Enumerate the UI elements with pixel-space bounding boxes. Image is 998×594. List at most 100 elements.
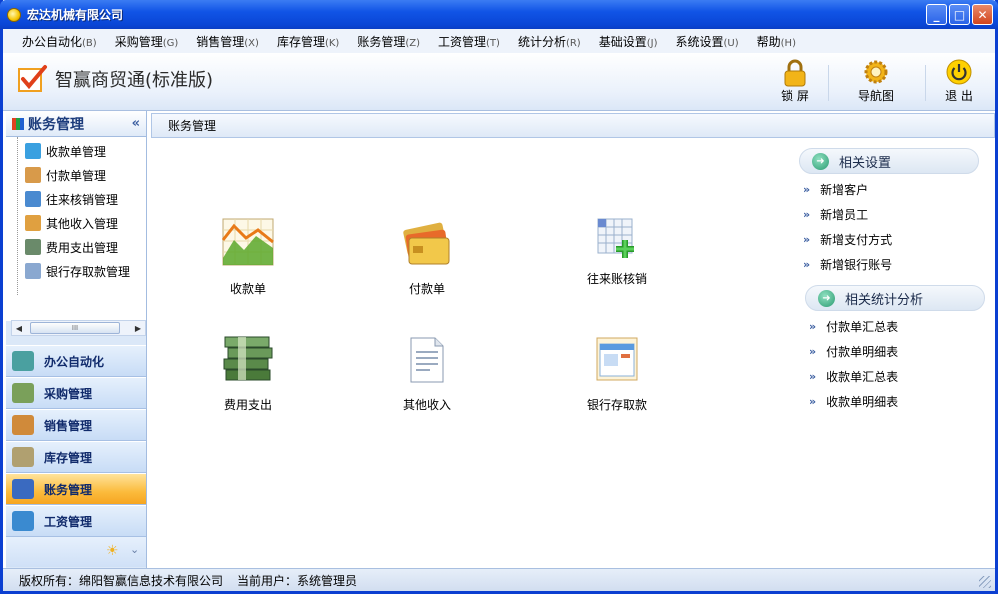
status-bar: 版权所有：绵阳智赢信息技术有限公司 当前用户：系统管理员 bbox=[3, 568, 995, 591]
bank-shortcut[interactable]: 银行存取款 bbox=[557, 334, 677, 413]
link-receipt-summary[interactable]: » 收款单汇总表 bbox=[805, 364, 985, 389]
menu-help[interactable]: 帮助(H) bbox=[748, 33, 805, 50]
scroll-thumb[interactable]: III bbox=[30, 322, 120, 334]
menu-office[interactable]: 办公自动化(B) bbox=[13, 33, 106, 50]
window-card-icon bbox=[591, 334, 643, 386]
link-payment-summary[interactable]: » 付款单汇总表 bbox=[805, 314, 985, 339]
grid-add-icon bbox=[591, 218, 643, 260]
expense-label: 费用支出 bbox=[223, 398, 272, 412]
related-stats-header[interactable]: ➜ 相关统计分析 bbox=[805, 285, 985, 311]
menu-inventory[interactable]: 库存管理(K) bbox=[268, 33, 348, 50]
tree-item-payments[interactable]: 付款单管理 bbox=[6, 163, 146, 187]
link-new-employee[interactable]: » 新增员工 bbox=[799, 202, 979, 227]
office-icon bbox=[12, 351, 34, 371]
bank-icon bbox=[25, 263, 41, 279]
scroll-right-icon[interactable]: ▶ bbox=[131, 321, 145, 335]
resize-grip-icon[interactable] bbox=[979, 576, 991, 588]
document-icon bbox=[401, 334, 453, 386]
gear-icon bbox=[863, 59, 889, 85]
lock-icon bbox=[782, 59, 808, 87]
module-sales[interactable]: 销售管理 bbox=[6, 409, 146, 441]
other-income-shortcut[interactable]: 其他收入 bbox=[367, 334, 487, 413]
navigation-map-button[interactable]: 导航图 bbox=[850, 59, 902, 104]
module-purchase[interactable]: 采购管理 bbox=[6, 377, 146, 409]
window-title: 宏达机械有限公司 bbox=[27, 8, 124, 22]
other-income-label: 其他收入 bbox=[402, 398, 451, 412]
related-settings-header[interactable]: ➜ 相关设置 bbox=[799, 148, 979, 174]
bank-label: 银行存取款 bbox=[586, 398, 647, 412]
module-inventory[interactable]: 库存管理 bbox=[6, 441, 146, 473]
breadcrumb: 账务管理 bbox=[151, 113, 995, 138]
tree-item-other-income[interactable]: 其他收入管理 bbox=[6, 211, 146, 235]
lock-label: 锁 屏 bbox=[781, 89, 809, 103]
main-window: 宏达机械有限公司 _ □ ✕ 办公自动化(B) 采购管理(G) 销售管理(X) … bbox=[0, 0, 998, 594]
current-user-text: 当前用户：系统管理员 bbox=[237, 573, 358, 588]
reconciliation-label: 往来账核销 bbox=[586, 272, 647, 286]
menu-finance[interactable]: 账务管理(Z) bbox=[348, 33, 429, 50]
money-stack-icon bbox=[222, 334, 274, 386]
expense-icon bbox=[25, 239, 41, 255]
menu-bar: 办公自动化(B) 采购管理(G) 销售管理(X) 库存管理(K) 账务管理(Z)… bbox=[3, 29, 995, 53]
copyright-text: 版权所有：绵阳智赢信息技术有限公司 bbox=[19, 573, 224, 588]
minimize-button[interactable]: _ bbox=[926, 4, 947, 25]
receipt-icon bbox=[25, 143, 41, 159]
app-name: 智赢商贸通(标准版) bbox=[55, 70, 214, 91]
sidebar-footer: ☀ ⌄ bbox=[6, 537, 146, 567]
related-settings-panel: ➜ 相关设置 » 新增客户 » 新增员工 » 新增支付方式 » 新增银行账号 bbox=[799, 148, 979, 277]
menu-statistics[interactable]: 统计分析(R) bbox=[509, 33, 590, 50]
module-office[interactable]: 办公自动化 bbox=[6, 345, 146, 377]
payment-shortcut[interactable]: 付款单 bbox=[367, 218, 487, 297]
tree-item-reconciliation[interactable]: 往来核销管理 bbox=[6, 187, 146, 211]
menu-purchase[interactable]: 采购管理(G) bbox=[106, 33, 188, 50]
person-icon bbox=[25, 167, 41, 183]
sidebar-horizontal-scrollbar[interactable]: ◀ III ▶ bbox=[11, 320, 146, 336]
reconcile-icon bbox=[25, 191, 41, 207]
arrow-right-icon: ➜ bbox=[818, 289, 835, 307]
chevron-down-icon[interactable]: ⌄ bbox=[130, 543, 139, 556]
menu-basic-settings[interactable]: 基础设置(J) bbox=[590, 33, 667, 50]
purchase-icon bbox=[12, 383, 34, 403]
income-icon bbox=[25, 215, 41, 231]
menu-system-settings[interactable]: 系统设置(U) bbox=[667, 33, 748, 50]
lock-screen-button[interactable]: 锁 屏 bbox=[769, 59, 821, 104]
menu-sales[interactable]: 销售管理(X) bbox=[187, 33, 268, 50]
tree-item-bank[interactable]: 银行存取款管理 bbox=[6, 259, 146, 283]
link-new-payment-method[interactable]: » 新增支付方式 bbox=[799, 227, 979, 252]
main-area: 收款单 付款单 往来账核销 费用支出 其他收入 银行存取款 ➜ 相关设置 » 新… bbox=[151, 138, 995, 568]
finance-icon bbox=[12, 479, 34, 499]
app-icon bbox=[7, 7, 21, 22]
menu-payroll[interactable]: 工资管理(T) bbox=[429, 33, 509, 50]
sales-icon bbox=[12, 415, 34, 435]
receipt-chart-icon bbox=[221, 218, 274, 270]
payment-label: 付款单 bbox=[408, 282, 445, 296]
collapse-sidebar-icon[interactable]: « bbox=[132, 116, 140, 131]
sun-icon[interactable]: ☀ bbox=[106, 543, 119, 559]
reconciliation-shortcut[interactable]: 往来账核销 bbox=[557, 218, 677, 287]
chart-icon bbox=[12, 117, 24, 130]
power-icon bbox=[946, 59, 972, 85]
exit-button[interactable]: 退 出 bbox=[933, 59, 985, 104]
title-bar: 宏达机械有限公司 _ □ ✕ bbox=[0, 0, 998, 29]
sidebar: 账务管理 « 收款单管理 付款单管理 往来核销管理 其他收入管理 费用支出管理 … bbox=[6, 111, 147, 568]
link-new-customer[interactable]: » 新增客户 bbox=[799, 177, 979, 202]
logo-icon bbox=[17, 63, 49, 95]
sidebar-header: 账务管理 « bbox=[6, 111, 146, 137]
module-finance[interactable]: 账务管理 bbox=[6, 473, 146, 505]
expense-shortcut[interactable]: 费用支出 bbox=[188, 334, 308, 413]
tree-item-receipts[interactable]: 收款单管理 bbox=[6, 139, 146, 163]
link-payment-detail[interactable]: » 付款单明细表 bbox=[805, 339, 985, 364]
toolbar: 智赢商贸通(标准版) 锁 屏 导航图 退 出 bbox=[3, 53, 995, 111]
payroll-icon bbox=[12, 511, 34, 531]
module-payroll[interactable]: 工资管理 bbox=[6, 505, 146, 537]
receipt-shortcut[interactable]: 收款单 bbox=[188, 218, 308, 297]
tree-item-expenses[interactable]: 费用支出管理 bbox=[6, 235, 146, 259]
receipt-label: 收款单 bbox=[229, 282, 266, 296]
scroll-left-icon[interactable]: ◀ bbox=[12, 321, 26, 335]
link-new-bank-account[interactable]: » 新增银行账号 bbox=[799, 252, 979, 277]
link-receipt-detail[interactable]: » 收款单明细表 bbox=[805, 389, 985, 414]
related-stats-panel: ➜ 相关统计分析 » 付款单汇总表 » 付款单明细表 » 收款单汇总表 » 收款单明细表 bbox=[805, 285, 985, 414]
app-logo: 智赢商贸通(标准版) bbox=[17, 63, 213, 95]
close-button[interactable]: ✕ bbox=[972, 4, 993, 25]
maximize-button[interactable]: □ bbox=[949, 4, 970, 25]
sidebar-title: 账务管理 bbox=[28, 116, 84, 133]
